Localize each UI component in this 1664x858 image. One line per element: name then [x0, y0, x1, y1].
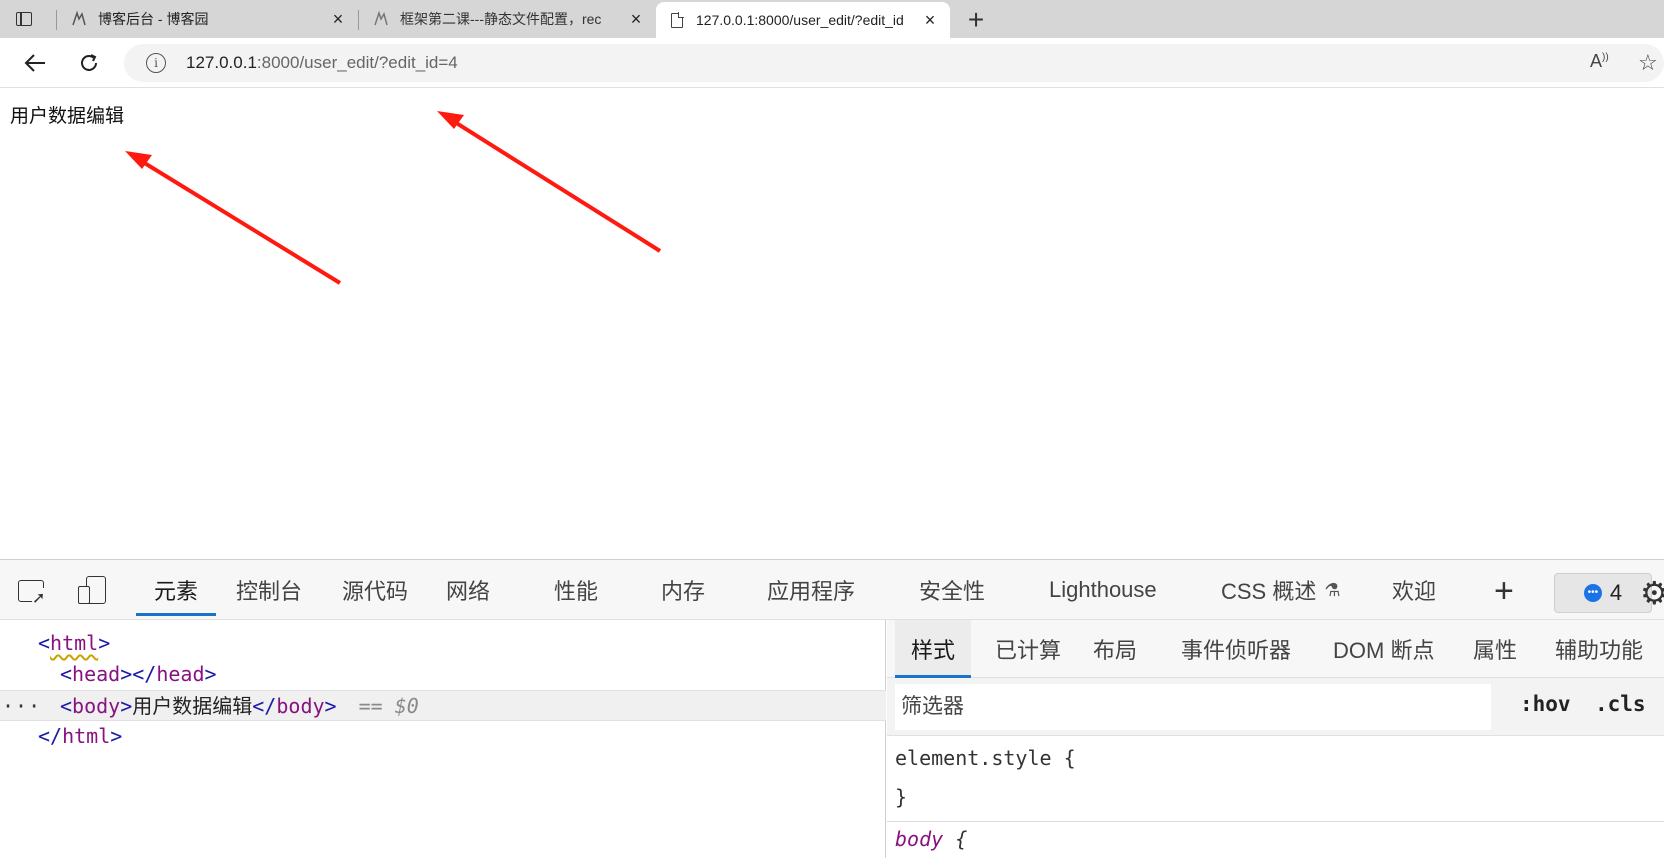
- devtools-panel: ➚ 元素 控制台 源代码 网络 性能 内存 应用程序 安全性 Lighthous…: [0, 559, 1664, 858]
- styles-filter-row: :hov .cls: [887, 678, 1664, 736]
- tab-framework-lesson[interactable]: 框架第二课---静态文件配置，rec ×: [360, 0, 656, 38]
- tab-user-edit[interactable]: 127.0.0.1:8000/user_edit/?edit_id ×: [656, 2, 950, 38]
- dom-tag-head-close: head: [156, 662, 205, 686]
- annotation-arrow-2: [448, 117, 662, 253]
- devtools-tab-css-overview[interactable]: CSS 概述 ⚗: [1221, 560, 1341, 620]
- refresh-icon[interactable]: [74, 48, 104, 78]
- settings-gear-icon[interactable]: ⚙: [1640, 574, 1664, 612]
- styles-tab-event-listeners[interactable]: 事件侦听器: [1181, 620, 1291, 678]
- read-aloud-icon[interactable]: A)): [1590, 51, 1609, 72]
- issues-count: 4: [1609, 580, 1623, 605]
- styles-tab-bar: 样式 已计算 布局 事件侦听器 DOM 断点 属性 辅助功能: [887, 620, 1664, 678]
- dom-node-head[interactable]: <head></head>: [0, 659, 886, 690]
- dom-node-html-close[interactable]: </html>: [0, 721, 886, 752]
- styles-tab-layout[interactable]: 布局: [1093, 620, 1137, 678]
- devtools-toolbar: ➚ 元素 控制台 源代码 网络 性能 内存 应用程序 安全性 Lighthous…: [0, 560, 1664, 620]
- close-icon[interactable]: ×: [920, 10, 940, 30]
- devtools-tab-application[interactable]: 应用程序: [767, 560, 855, 620]
- address-bar[interactable]: i 127.0.0.1:8000/user_edit/?edit_id=4 A)…: [124, 44, 1664, 82]
- annotation-arrow-1: [136, 157, 342, 285]
- browser-toolbar: i 127.0.0.1:8000/user_edit/?edit_id=4 A)…: [0, 38, 1664, 88]
- device-emulation-icon[interactable]: [78, 576, 108, 606]
- close-icon[interactable]: ×: [328, 9, 348, 29]
- more-dots-icon[interactable]: ···: [2, 691, 41, 722]
- more-tools-plus-icon[interactable]: +: [1494, 572, 1514, 611]
- annotation-arrows: [125, 111, 662, 285]
- devtools-tab-sources[interactable]: 源代码: [342, 560, 408, 620]
- dom-node-html[interactable]: <html>: [0, 628, 886, 659]
- body-rule-brace: {: [955, 827, 968, 851]
- info-icon[interactable]: i: [146, 53, 166, 73]
- issues-badge[interactable]: ••• 4: [1554, 573, 1652, 613]
- styles-filter-input[interactable]: [895, 684, 1491, 730]
- new-tab-button[interactable]: +: [962, 4, 990, 35]
- tab-title: 博客后台 - 博客园: [98, 11, 209, 27]
- devtools-tab-lighthouse[interactable]: Lighthouse: [1049, 560, 1157, 620]
- url-path: :8000/user_edit/?edit_id=4: [256, 53, 458, 72]
- dom-tag-body: body: [72, 694, 121, 718]
- devtools-tab-performance[interactable]: 性能: [554, 560, 598, 620]
- devtools-tab-memory[interactable]: 内存: [661, 560, 705, 620]
- styles-tab-computed[interactable]: 已计算: [995, 620, 1061, 678]
- styles-pane: 样式 已计算 布局 事件侦听器 DOM 断点 属性 辅助功能 :hov .cls…: [887, 620, 1664, 858]
- tab-strip: 博客后台 - 博客园 × 框架第二课---静态文件配置，rec × 127.0.…: [0, 0, 1664, 38]
- cls-toggle[interactable]: .cls: [1595, 692, 1646, 716]
- devtools-tab-network[interactable]: 网络: [446, 560, 490, 620]
- styles-tab-properties[interactable]: 属性: [1473, 620, 1517, 678]
- url-host: 127.0.0.1: [186, 53, 257, 72]
- selected-node-ref: == $0: [358, 694, 419, 718]
- devtools-tab-elements[interactable]: 元素: [136, 560, 217, 620]
- styles-tab-dom-breakpoints[interactable]: DOM 断点: [1333, 620, 1434, 678]
- element-style-rule-open[interactable]: element.style {: [895, 746, 1076, 770]
- cnblogs-icon: [70, 10, 88, 28]
- dom-body-text: 用户数据编辑: [132, 694, 253, 718]
- styles-tab-styles[interactable]: 样式: [895, 620, 972, 678]
- rule-divider: [887, 821, 1664, 822]
- tab-blog-admin[interactable]: 博客后台 - 博客园 ×: [58, 0, 358, 38]
- back-arrow-icon[interactable]: [20, 48, 50, 78]
- url-text[interactable]: 127.0.0.1:8000/user_edit/?edit_id=4: [186, 53, 458, 73]
- elements-tree: <html> <head></head> ··· <body>用户数据编辑</b…: [0, 620, 886, 858]
- tab-title: 127.0.0.1:8000/user_edit/?edit_id: [696, 12, 904, 28]
- body-rule-selector[interactable]: body {: [895, 827, 967, 851]
- close-icon[interactable]: ×: [626, 9, 646, 29]
- document-icon: [668, 11, 686, 29]
- tab-separator: [56, 10, 57, 30]
- dom-node-body[interactable]: ··· <body>用户数据编辑</body> == $0: [0, 690, 886, 721]
- styles-tab-accessibility[interactable]: 辅助功能: [1555, 620, 1643, 678]
- page-content: 用户数据编辑: [0, 89, 1664, 559]
- element-style-rule-close: }: [895, 785, 908, 809]
- devtools-tab-welcome[interactable]: 欢迎: [1392, 560, 1436, 620]
- dom-tag-html: html: [50, 631, 99, 655]
- inspect-element-icon[interactable]: ➚: [18, 576, 48, 608]
- dom-tag-head: head: [72, 662, 121, 686]
- cnblogs-icon: [372, 10, 390, 28]
- tab-actions-icon[interactable]: [14, 8, 36, 30]
- devtools-tab-security[interactable]: 安全性: [919, 560, 985, 620]
- message-icon: •••: [1583, 584, 1602, 602]
- flask-icon: ⚗: [1324, 579, 1341, 600]
- dom-tag-body-close: body: [276, 694, 325, 718]
- tab-separator: [358, 10, 359, 30]
- css-overview-label: CSS 概述: [1221, 579, 1317, 604]
- dom-tag-html-close: html: [62, 724, 111, 748]
- tab-title: 框架第二课---静态文件配置，rec: [400, 11, 602, 27]
- devtools-tab-console[interactable]: 控制台: [236, 560, 302, 620]
- hov-toggle[interactable]: :hov: [1520, 692, 1571, 716]
- body-selector: body: [895, 827, 944, 851]
- favorite-add-icon[interactable]: ☆: [1638, 50, 1658, 76]
